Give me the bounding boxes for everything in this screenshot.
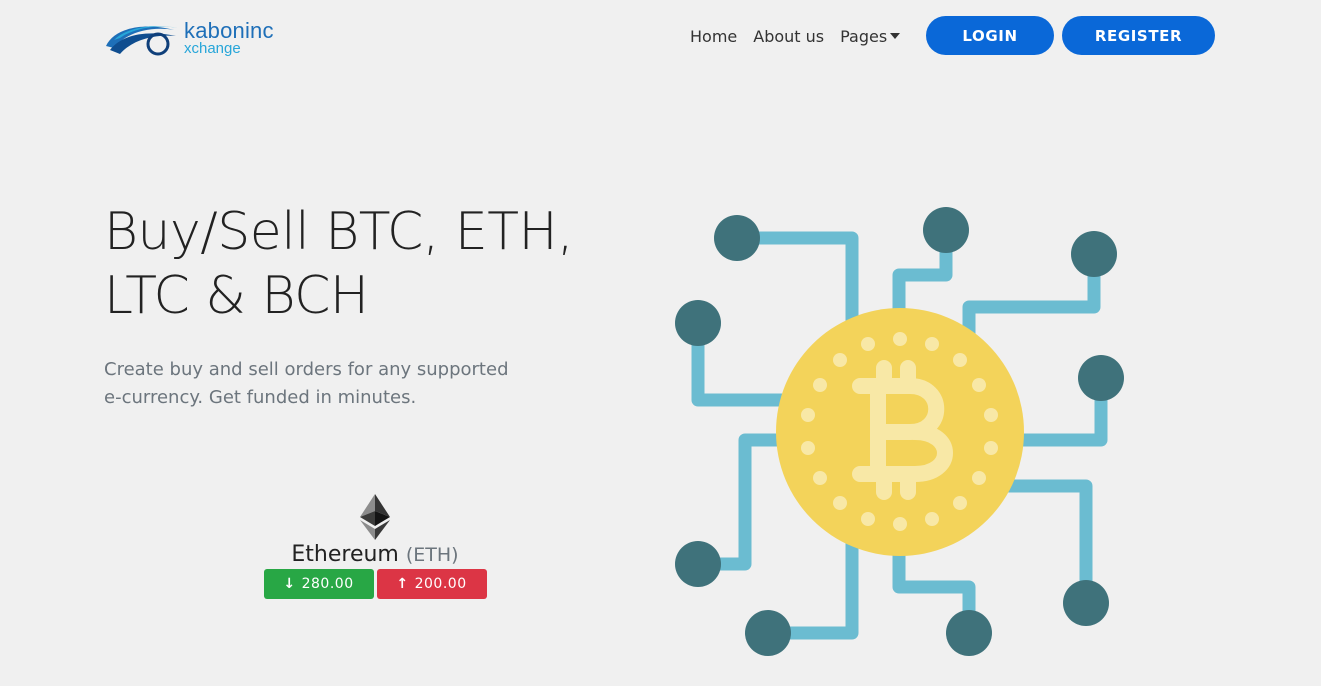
sell-rate-button[interactable]: ↓ 280.00 [263,569,374,599]
hero-subtitle-line1: Create buy and sell orders for any suppo… [104,359,509,380]
register-button[interactable]: REGISTER [1062,16,1215,55]
nav-pages-label: Pages [840,26,888,46]
rate-buttons: ↓ 280.00 ↑ 200.00 [250,569,500,599]
currency-name: Ethereum [291,542,399,567]
currency-symbol: (ETH) [405,544,459,566]
hero-title: Buy/Sell BTC, ETH, LTC & BCH [104,200,624,328]
main-nav: Home About us Pages [690,16,916,56]
sell-rate-value: 280.00 [301,576,354,592]
hero-title-line1: Buy/Sell BTC, ETH, [104,202,574,262]
currency-name-line: Ethereum (ETH) [250,542,500,567]
nav-home-link[interactable]: Home [690,27,737,46]
login-button[interactable]: LOGIN [926,16,1054,55]
bitcoin-circuit-icon [675,207,1124,656]
currency-card: Ethereum (ETH) ↓ 280.00 ↑ 200.00 [250,494,500,599]
brand-name-bottom: xchange [184,40,241,57]
brand-logo[interactable]: kaboninc xchange [104,18,304,62]
caret-down-icon [890,32,901,39]
hero-title-line2: LTC & BCH [104,266,369,326]
logo-swoosh-icon [106,26,178,56]
buy-rate-value: 200.00 [414,576,467,592]
hero-subtitle-line2: e-currency. Get funded in minutes. [104,387,417,408]
nav-about-link[interactable]: About us [753,27,824,46]
buy-rate-button[interactable]: ↑ 200.00 [376,569,487,599]
arrow-down-icon: ↓ [283,576,296,592]
hero-subtitle: Create buy and sell orders for any suppo… [104,356,574,412]
ethereum-icon [360,494,390,540]
nav-pages-dropdown[interactable]: Pages [840,26,901,46]
arrow-up-icon: ↑ [396,576,409,592]
